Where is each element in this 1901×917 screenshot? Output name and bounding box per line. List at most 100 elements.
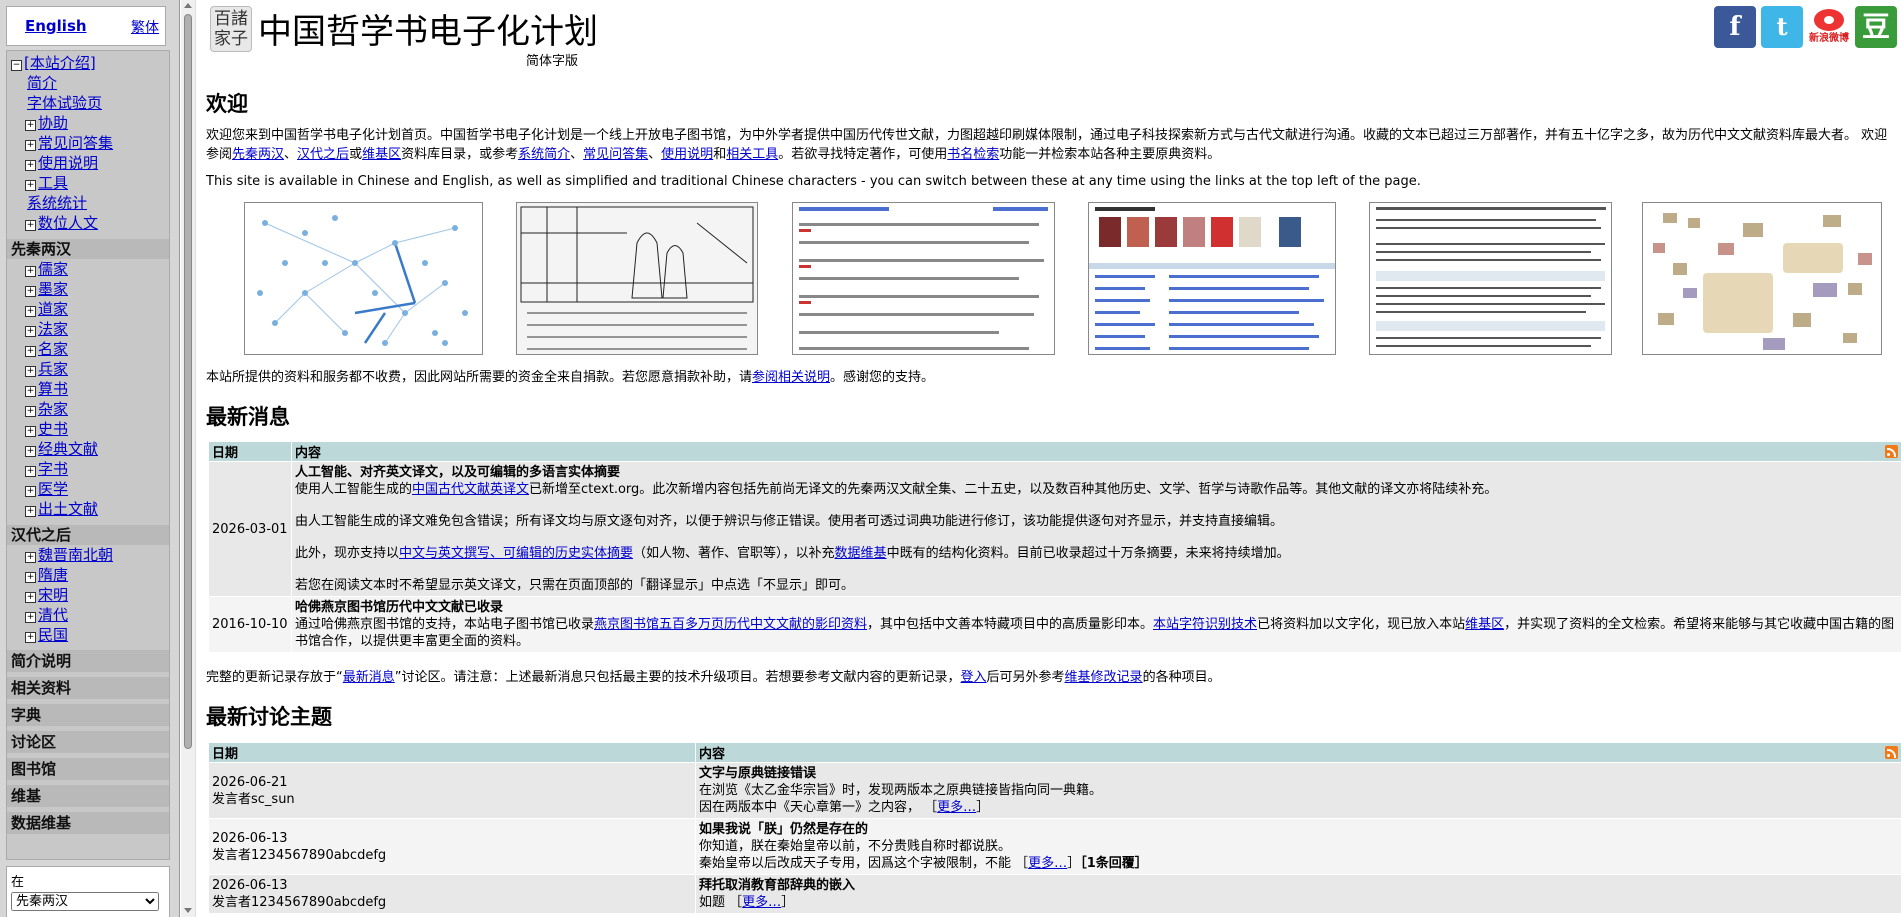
scrollbar-thumb[interactable] — [184, 14, 192, 749]
nav-intro-item[interactable]: 系统统计 — [7, 193, 169, 213]
expand-icon[interactable]: + — [25, 612, 36, 623]
expand-icon[interactable]: + — [25, 286, 36, 297]
nav-section-post-han[interactable]: 汉代之后 — [7, 525, 169, 545]
donation-info-link[interactable]: 参阅相关说明 — [752, 370, 830, 385]
expand-icon[interactable]: + — [25, 266, 36, 277]
sidebar-item[interactable]: + 医学 — [7, 479, 169, 499]
sidebar-item[interactable]: + 民国 — [7, 625, 169, 645]
expand-icon[interactable]: + — [25, 592, 36, 603]
system-intro-link[interactable]: 系统简介 — [518, 147, 570, 162]
page-scrollbar[interactable] — [181, 0, 196, 917]
ocr-link[interactable]: 本站字符识别技术 — [1153, 617, 1257, 632]
rss-feed-icon[interactable] — [1885, 746, 1898, 759]
traditional-chinese-link[interactable]: 繁体 — [131, 17, 159, 37]
expand-icon[interactable]: + — [25, 346, 36, 357]
douban-icon[interactable]: 豆 — [1855, 6, 1897, 48]
weibo-icon[interactable]: 新浪微博 — [1808, 6, 1850, 48]
expand-icon[interactable]: + — [25, 180, 36, 191]
sidebar-item[interactable]: + 出土文献 — [7, 499, 169, 519]
facebook-icon[interactable]: f — [1714, 6, 1756, 48]
expand-icon[interactable]: + — [25, 466, 36, 477]
sidebar-item[interactable]: + 经典文献 — [7, 439, 169, 459]
more-link[interactable]: 更多… — [937, 800, 976, 815]
post-han-link[interactable]: 汉代之后 — [297, 147, 349, 162]
reply-count[interactable]: ［1条回覆］ — [1080, 856, 1148, 871]
thumbnail-word-cloud[interactable] — [1642, 202, 1882, 355]
sidebar-section[interactable]: 简介说明 — [7, 650, 169, 672]
expand-icon[interactable]: + — [25, 140, 36, 151]
nav-intro-item[interactable]: + 协助 — [7, 113, 169, 133]
sidebar-item[interactable]: + 道家 — [7, 299, 169, 319]
nav-intro-item[interactable]: + 常见问答集 — [7, 133, 169, 153]
sidebar-item[interactable]: + 算书 — [7, 379, 169, 399]
entity-summary-link[interactable]: 中文与英文撰写、可编辑的历史实体摘要 — [399, 546, 633, 561]
topic-title[interactable]: 如果我说「朕」仍然是存在的 — [699, 821, 1898, 838]
nav-section-pre-qin[interactable]: 先秦两汉 — [7, 239, 169, 259]
nav-intro-item[interactable]: 字体试验页 — [7, 93, 169, 113]
expand-icon[interactable]: + — [25, 220, 36, 231]
wiki-changes-link[interactable]: 维基修改记录 — [1065, 670, 1143, 685]
sidebar-section[interactable]: 相关资料 — [7, 677, 169, 699]
thumbnail-text-view[interactable] — [792, 202, 1055, 355]
scroll-up-icon[interactable] — [184, 3, 192, 8]
thumbnail-network-graph[interactable] — [244, 202, 483, 355]
rss-feed-icon[interactable] — [1885, 445, 1898, 458]
nav-intro[interactable]: − [本站介绍] — [7, 53, 169, 73]
expand-icon[interactable]: + — [25, 406, 36, 417]
wiki-area-link[interactable]: 维基区 — [1465, 617, 1504, 632]
collapse-icon[interactable]: − — [11, 60, 22, 71]
sidebar-section[interactable]: 图书馆 — [7, 758, 169, 780]
site-logo[interactable]: 百諸 家子 — [210, 6, 252, 52]
topic-title[interactable]: 拜托取消教育部辞典的嵌入 — [699, 877, 1898, 894]
sidebar-item[interactable]: + 宋明 — [7, 585, 169, 605]
thumbnail-dictionary-view[interactable] — [1369, 202, 1612, 355]
expand-icon[interactable]: + — [25, 386, 36, 397]
expand-icon[interactable]: + — [25, 366, 36, 377]
more-link[interactable]: 更多… — [742, 895, 781, 910]
topic-title[interactable]: 文字与原典链接错误 — [699, 765, 1898, 782]
thumbnail-library-view[interactable] — [1088, 202, 1336, 355]
expand-icon[interactable]: + — [25, 326, 36, 337]
instructions-link[interactable]: 使用说明 — [661, 147, 713, 162]
sidebar-section[interactable]: 数据维基 — [7, 812, 169, 834]
search-scope-select[interactable]: 先秦两汉 — [11, 892, 159, 911]
sidebar-section[interactable]: 讨论区 — [7, 731, 169, 753]
nav-intro-item[interactable]: + 使用说明 — [7, 153, 169, 173]
nav-intro-item[interactable]: 简介 — [7, 73, 169, 93]
sidebar-item[interactable]: + 史书 — [7, 419, 169, 439]
sidebar-item[interactable]: + 儒家 — [7, 259, 169, 279]
nav-intro-item[interactable]: + 工具 — [7, 173, 169, 193]
pre-qin-link[interactable]: 先秦两汉 — [232, 147, 284, 162]
yenching-scans-link[interactable]: 燕京图书馆五百多万页历代中文文献的影印资料 — [594, 617, 867, 632]
faq-link[interactable]: 常见问答集 — [583, 147, 648, 162]
data-wiki-link[interactable]: 数据维基 — [835, 546, 887, 561]
nav-intro-item[interactable]: + 数位人文 — [7, 213, 169, 233]
expand-icon[interactable]: + — [25, 160, 36, 171]
sidebar-item[interactable]: + 兵家 — [7, 359, 169, 379]
expand-icon[interactable]: + — [25, 552, 36, 563]
expand-icon[interactable]: + — [25, 572, 36, 583]
expand-icon[interactable]: + — [25, 306, 36, 317]
expand-icon[interactable]: + — [25, 120, 36, 131]
news-forum-link[interactable]: 最新消息 — [343, 670, 395, 685]
expand-icon[interactable]: + — [25, 486, 36, 497]
scroll-down-icon[interactable] — [184, 908, 192, 913]
sidebar-item[interactable]: + 杂家 — [7, 399, 169, 419]
tools-link[interactable]: 相关工具 — [726, 147, 778, 162]
sidebar-item[interactable]: + 墨家 — [7, 279, 169, 299]
more-link[interactable]: 更多… — [1028, 856, 1067, 871]
thumbnail-woodblock-illustration[interactable] — [516, 202, 758, 355]
sidebar-item[interactable]: + 名家 — [7, 339, 169, 359]
title-search-link[interactable]: 书名检索 — [947, 147, 999, 162]
nav-intro-label[interactable]: [本站介绍] — [24, 54, 96, 72]
ai-translation-link[interactable]: 中国古代文献英译文 — [412, 482, 529, 497]
sidebar-item[interactable]: + 法家 — [7, 319, 169, 339]
sidebar-section[interactable]: 字典 — [7, 704, 169, 726]
login-link[interactable]: 登入 — [961, 670, 987, 685]
sidebar-item[interactable]: + 魏晋南北朝 — [7, 545, 169, 565]
expand-icon[interactable]: + — [25, 506, 36, 517]
expand-icon[interactable]: + — [25, 446, 36, 457]
twitter-icon[interactable]: t — [1761, 6, 1803, 48]
expand-icon[interactable]: + — [25, 632, 36, 643]
sidebar-item[interactable]: + 字书 — [7, 459, 169, 479]
